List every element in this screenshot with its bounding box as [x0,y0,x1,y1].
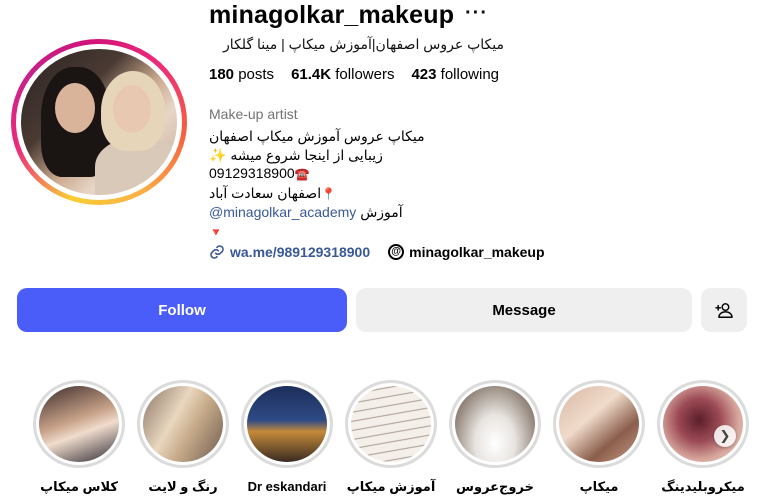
story-highlights: کلاس میکاپ رنگ و لایت Dr eskandari آموزش… [0,380,770,500]
profile-category: Make-up artist [209,106,298,122]
highlight-cover [247,386,327,462]
sparkles-icon: ✨ [209,146,227,163]
avatar-image [21,49,177,195]
highlight-cover [351,386,431,462]
follow-button[interactable]: Follow [17,288,347,332]
red-triangle-icon: 🔻 [209,226,223,239]
posts-stat[interactable]: 180 posts [209,66,274,83]
bio-line: 09129318900☎️ [209,165,310,182]
bio-line: 🔻 [209,222,439,243]
more-options-icon[interactable]: ··· [465,2,488,25]
profile-stats: 180 posts 61.4K followers 423 following [209,66,499,83]
threads-link[interactable]: @ minagolkar_makeup [388,244,545,260]
message-button[interactable]: Message [356,288,692,332]
highlight-item[interactable]: رنگ و لایت [131,380,235,495]
profile-bio: میکاپ عروس آموزش میکاپ اصفهان زیبایی از … [209,127,439,243]
highlight-item[interactable]: Dr eskandari [235,380,339,494]
profile-avatar[interactable] [11,39,187,205]
highlight-cover [39,386,119,462]
highlight-item[interactable]: آموزش میکاپ [339,380,443,495]
highlight-cover [663,386,743,462]
academy-mention-link[interactable]: minagolkar_academy@ [209,204,356,220]
profile-full-name: میکاپ عروس اصفهان|آموزش میکاپ | مینا گلک… [223,36,504,52]
telephone-icon: ☎️ [294,167,310,182]
add-person-icon [715,303,733,318]
highlight-cover [455,386,535,462]
followers-stat[interactable]: 61.4K followers [291,66,394,83]
highlight-item[interactable]: میکروبلیدینگ [651,380,755,495]
pin-icon: 📍 [321,186,337,201]
profile-links: wa.me/989129318900 @ minagolkar_makeup [209,244,545,260]
chevron-right-icon[interactable]: ❯ [714,425,736,447]
suggested-users-button[interactable] [701,288,747,332]
threads-icon: @ [388,244,405,260]
bio-line: آموزش minagolkar_academy@ [209,204,403,221]
website-link[interactable]: wa.me/989129318900 [209,244,370,260]
bio-line: زیبایی از اینجا شروع میشه ✨ [209,146,383,163]
highlight-cover [143,386,223,462]
highlight-cover [559,386,639,462]
bio-line: 📍اصفهان سعادت آباد [209,184,337,201]
highlight-item[interactable]: میکاپ [547,380,651,495]
highlight-item[interactable]: خروج‌عروس [443,380,547,495]
bio-line: میکاپ عروس آموزش میکاپ اصفهان [209,128,425,144]
link-icon [210,245,224,259]
highlight-item[interactable]: کلاس میکاپ [27,380,131,495]
following-stat[interactable]: 423 following [411,66,499,83]
profile-username: minagolkar_makeup [209,1,455,29]
